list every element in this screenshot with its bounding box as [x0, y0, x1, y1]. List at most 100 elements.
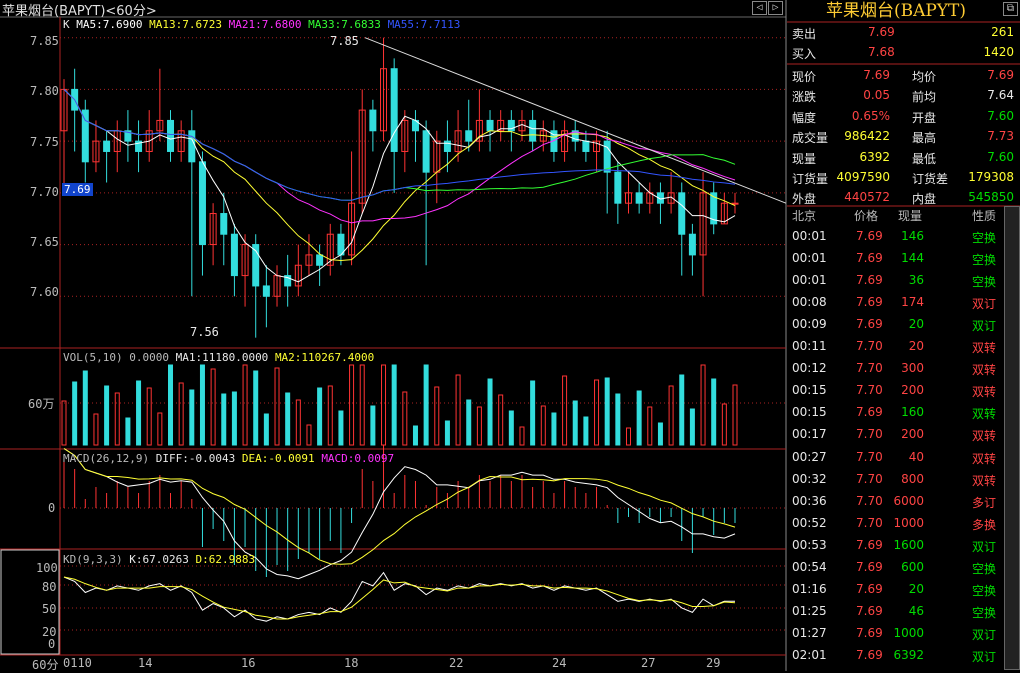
volume-bar: [274, 367, 280, 446]
tick-price: 7.69: [856, 537, 883, 552]
volume-bar: [700, 364, 706, 446]
tick-time: 00:17: [792, 427, 827, 442]
tick-type: 双转: [972, 363, 997, 378]
tick-time: 00:32: [792, 471, 827, 486]
volume-bar: [711, 378, 717, 446]
quote-value: 7.69: [987, 68, 1014, 82]
trend-line: [364, 37, 787, 204]
nav-next-icon[interactable]: ▷: [768, 1, 783, 15]
tick-row: 00:01 7.69 146 空换: [790, 226, 1004, 248]
nav-prev-icon[interactable]: ◁: [752, 1, 767, 15]
tick-type: 空换: [972, 561, 997, 576]
tick-price: 7.69: [856, 647, 883, 662]
tick-type: 双订: [972, 319, 997, 334]
tick-time: 00:09: [792, 317, 827, 332]
tick-type: 空换: [972, 605, 997, 620]
volume-bar: [679, 374, 685, 446]
tick-type: 双转: [972, 451, 997, 466]
tick-price: 7.69: [856, 559, 883, 574]
candle-body: [529, 119, 537, 142]
quote-label: 最高: [912, 131, 937, 146]
quote-label: 最低: [912, 151, 937, 166]
tick-time: 00:11: [792, 339, 827, 354]
tick-volume: 800: [901, 471, 924, 486]
candle-body: [635, 192, 643, 204]
x-tick: 29: [706, 656, 721, 670]
tick-time: 00:53: [792, 537, 827, 552]
volume-bar: [338, 410, 344, 446]
volume-bar: [594, 379, 600, 446]
volume-bar: [136, 380, 142, 446]
ma-line: [63, 89, 736, 261]
volume-bar: [530, 380, 536, 446]
quote-row: 成交量 986422 最高 7.73: [790, 127, 1018, 147]
quote-label: 前均: [912, 90, 937, 105]
candle-body: [81, 109, 89, 163]
ticks-scrollbar[interactable]: [1004, 206, 1020, 670]
x-tick: 14: [138, 656, 153, 670]
volume-bar: [721, 403, 727, 446]
volume-bar: [178, 382, 184, 446]
kd-y-tick: 80: [42, 580, 57, 594]
quote-value: 179308: [968, 170, 1014, 184]
tick-type: 空换: [972, 231, 997, 245]
restore-icon[interactable]: ⧉: [1003, 2, 1018, 16]
tick-price: 7.69: [856, 405, 883, 420]
volume-bar: [168, 364, 174, 446]
tick-price: 7.70: [856, 339, 883, 354]
candle-body: [167, 119, 175, 152]
candle-body: [465, 130, 473, 142]
volume-bar: [562, 375, 568, 446]
volume-bar: [551, 412, 557, 446]
ma-legend: K MA5:7.6900 MA13:7.6723 MA21:7.6800 MA3…: [63, 18, 461, 31]
ma-line: [63, 89, 736, 224]
tick-volume: 20: [908, 339, 924, 354]
tick-volume: 46: [908, 603, 924, 618]
volume-bar: [402, 391, 408, 446]
volume-bar: [657, 422, 663, 446]
tick-type: 空换: [972, 253, 997, 268]
macd-legend: MACD(26,12,9) DIFF:-0.0043 DEA:-0.0091 M…: [63, 452, 395, 465]
tick-row: 01:27 7.69 1000 双订: [790, 623, 1004, 645]
volume-bar: [423, 364, 429, 446]
candle-body: [262, 285, 270, 297]
high-label: 7.85: [330, 34, 359, 48]
y-tick: 7.85: [30, 34, 59, 48]
quote-value: 7.60: [987, 108, 1014, 123]
y-tick: 7.70: [30, 185, 59, 199]
volume-bar: [349, 364, 355, 446]
tick-type: 多换: [972, 517, 997, 532]
tick-time: 02:01: [792, 647, 827, 662]
ma-line: [63, 89, 736, 201]
volume-bar: [412, 425, 418, 446]
x-tick: 18: [344, 656, 359, 670]
quote-label: 开盘: [912, 110, 937, 125]
tick-row: 00:32 7.70 800 双转: [790, 469, 1004, 491]
tick-time: 00:08: [792, 295, 827, 310]
quote-row: 订货量 4097590 订货差 179308: [790, 168, 1018, 188]
tick-volume: 36: [908, 273, 924, 288]
quote-value: 545850: [968, 190, 1014, 205]
tick-price: 7.70: [856, 471, 883, 486]
y-tick: 7.65: [30, 235, 59, 249]
volume-bar: [572, 400, 578, 446]
tick-volume: 200: [901, 427, 924, 442]
candle-body: [220, 213, 228, 235]
candle-body: [230, 233, 238, 277]
kd-k-line: [63, 571, 735, 622]
volume-bar: [615, 393, 621, 446]
y-tick: 7.80: [30, 84, 59, 98]
tick-volume: 20: [908, 317, 924, 332]
tick-volume: 600: [901, 559, 924, 574]
tick-volume: 300: [901, 361, 924, 376]
tick-type: 双转: [972, 407, 997, 422]
volume-y-tick: 60万: [28, 397, 55, 411]
volume-bar: [242, 364, 248, 446]
tick-type: 双转: [972, 429, 997, 444]
tick-type: 双订: [972, 539, 997, 554]
tick-time: 01:25: [792, 603, 827, 618]
tick-type: 双订: [972, 649, 997, 664]
tick-row: 00:01 7.69 144 空换: [790, 248, 1004, 270]
y-tick: 7.60: [30, 285, 59, 299]
candle-body: [390, 68, 398, 152]
